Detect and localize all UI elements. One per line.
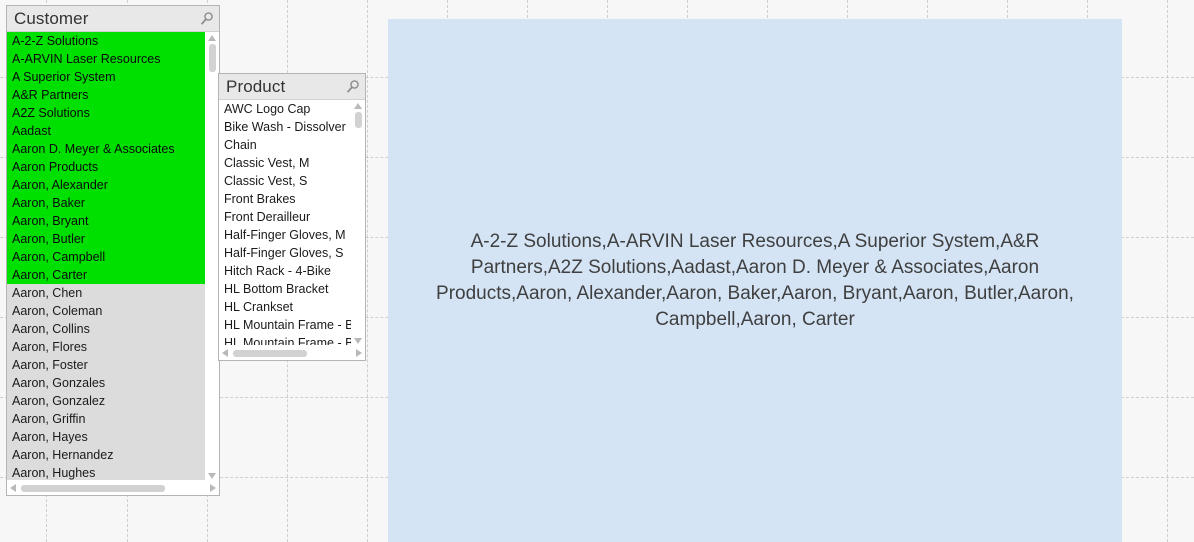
list-item[interactable]: Aaron, Coleman [7, 302, 205, 320]
grid-line-vertical [367, 0, 368, 542]
scroll-left-arrow-icon[interactable] [222, 349, 228, 357]
customer-listbox-body: A-2-Z Solutions A-ARVIN Laser Resources A … [7, 32, 219, 482]
product-listbox-title-bar: Product [219, 74, 365, 100]
customer-vertical-scrollbar[interactable] [205, 32, 219, 482]
list-item[interactable]: Aaron, Griffin [7, 410, 205, 428]
list-item[interactable]: Aaron, Butler [7, 230, 205, 248]
scroll-thumb[interactable] [233, 350, 307, 357]
list-item[interactable]: Aaron, Campbell [7, 248, 205, 266]
list-item[interactable]: A2Z Solutions [7, 104, 205, 122]
list-item[interactable]: Classic Vest, M [219, 154, 351, 172]
list-item[interactable]: Aaron, Flores [7, 338, 205, 356]
list-item[interactable]: Aaron, Gonzales [7, 374, 205, 392]
scroll-down-arrow-icon[interactable] [354, 338, 362, 344]
list-item[interactable]: Aaron, Hernandez [7, 446, 205, 464]
list-item[interactable]: A&R Partners [7, 86, 205, 104]
customer-listbox-title: Customer [14, 8, 89, 28]
list-item[interactable]: Bike Wash - Dissolver [219, 118, 351, 136]
list-item[interactable]: Aaron D. Meyer & Associates [7, 140, 205, 158]
customer-row-container: A-2-Z Solutions A-ARVIN Laser Resources A … [7, 32, 205, 482]
list-item[interactable]: A-ARVIN Laser Resources [7, 50, 205, 68]
list-item[interactable]: Front Brakes [219, 190, 351, 208]
scroll-thumb[interactable] [209, 44, 216, 72]
list-item[interactable]: Aaron, Carter [7, 266, 205, 284]
list-item[interactable]: Chain [219, 136, 351, 154]
search-icon[interactable] [199, 11, 215, 27]
customer-listbox-title-bar: Customer [7, 6, 219, 32]
list-item[interactable]: Aaron Products [7, 158, 205, 176]
list-item[interactable]: HL Bottom Bracket [219, 280, 351, 298]
scroll-right-arrow-icon[interactable] [356, 349, 362, 357]
product-vertical-scrollbar[interactable] [351, 100, 365, 347]
product-row-container: AWC Logo Cap Bike Wash - Dissolver Chain Cl… [219, 100, 351, 347]
list-item[interactable]: AWC Logo Cap [219, 100, 351, 118]
list-item[interactable]: Aaron, Chen [7, 284, 205, 302]
scroll-thumb[interactable] [21, 485, 165, 492]
list-item[interactable]: Half-Finger Gloves, S [219, 244, 351, 262]
list-item[interactable]: HL Mountain Frame - B [219, 316, 351, 334]
list-item[interactable]: Aaron, Collins [7, 320, 205, 338]
list-item[interactable]: Aaron, Hayes [7, 428, 205, 446]
product-listbox[interactable]: Product AWC Logo Cap Bike Wash - Dissolve… [218, 73, 366, 361]
list-item[interactable]: Aaron, Gonzalez [7, 392, 205, 410]
product-horizontal-scrollbar[interactable] [219, 345, 365, 360]
scroll-left-arrow-icon[interactable] [10, 484, 16, 492]
list-item[interactable]: Half-Finger Gloves, M [219, 226, 351, 244]
product-listbox-title: Product [226, 76, 286, 96]
grid-line-vertical [1167, 0, 1168, 542]
list-item[interactable]: HL Crankset [219, 298, 351, 316]
list-item[interactable]: Aaron, Alexander [7, 176, 205, 194]
list-item[interactable]: A Superior System [7, 68, 205, 86]
scroll-thumb[interactable] [355, 112, 362, 128]
list-item[interactable]: Aaron, Bryant [7, 212, 205, 230]
selection-text-content: A-2-Z Solutions,A-ARVIN Laser Resources,… [436, 230, 1074, 330]
product-listbox-body: AWC Logo Cap Bike Wash - Dissolver Chain Cl… [219, 100, 365, 347]
customer-listbox[interactable]: Customer A-2-Z Solutions A-ARVIN Laser Re… [6, 5, 220, 496]
scroll-up-arrow-icon[interactable] [208, 35, 216, 41]
scroll-down-arrow-icon[interactable] [208, 473, 216, 479]
list-item[interactable]: Aaron, Foster [7, 356, 205, 374]
list-item[interactable]: Aaron, Baker [7, 194, 205, 212]
list-item[interactable]: A-2-Z Solutions [7, 32, 205, 50]
list-item[interactable]: Front Derailleur [219, 208, 351, 226]
scroll-right-arrow-icon[interactable] [210, 484, 216, 492]
customer-horizontal-scrollbar[interactable] [7, 480, 219, 495]
search-icon[interactable] [345, 79, 361, 95]
scroll-up-arrow-icon[interactable] [354, 103, 362, 109]
list-item[interactable]: Classic Vest, S [219, 172, 351, 190]
selection-text-object: A-2-Z Solutions,A-ARVIN Laser Resources,… [388, 19, 1122, 542]
list-item[interactable]: Aadast [7, 122, 205, 140]
list-item[interactable]: Hitch Rack - 4-Bike [219, 262, 351, 280]
